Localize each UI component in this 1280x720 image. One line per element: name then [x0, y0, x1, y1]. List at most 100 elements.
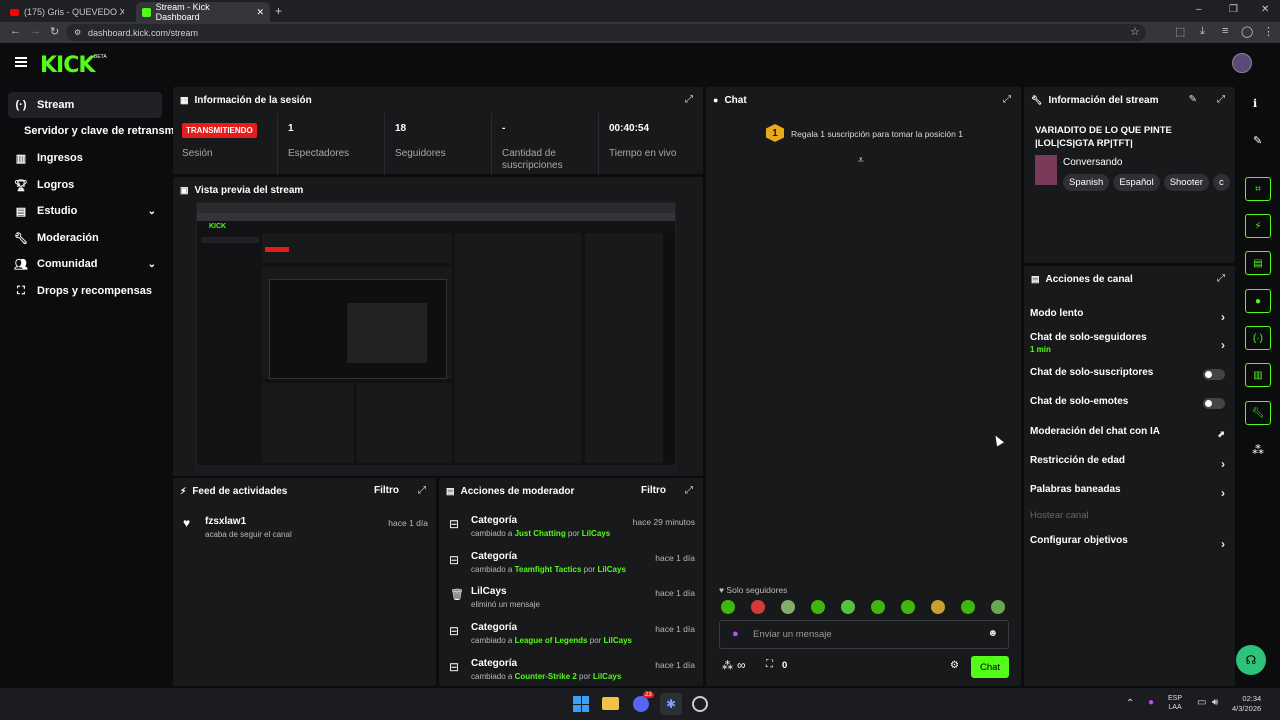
tag[interactable]: Shooter	[1163, 174, 1209, 191]
rail-button-clip[interactable]: ⌗	[1245, 177, 1271, 201]
mod-action-category[interactable]: Teamfight Tactics	[515, 565, 582, 574]
settings-icon[interactable]: ⚙	[950, 660, 959, 671]
emote-icon[interactable]	[751, 600, 765, 614]
mod-action-category[interactable]: Just Chatting	[515, 529, 566, 538]
emote-icon[interactable]	[961, 600, 975, 614]
maximize-icon[interactable]: ❐	[1229, 4, 1238, 15]
tag[interactable]: c	[1212, 174, 1230, 191]
microphone-icon[interactable]: ●	[1148, 697, 1154, 708]
rail-button-notes[interactable]: ▤	[1245, 251, 1271, 275]
app-icon[interactable]: ✱	[660, 693, 682, 715]
gift-icon[interactable]: ⛶	[766, 659, 773, 670]
extensions-icon[interactable]: ⬚	[1175, 25, 1185, 38]
microphone-icon[interactable]: ●	[732, 628, 739, 640]
forward-icon[interactable]: →	[30, 25, 41, 37]
mod-action-user[interactable]: LilCays	[597, 565, 625, 574]
help-button[interactable]: ☊	[1236, 645, 1266, 675]
emote-icon[interactable]	[721, 600, 735, 614]
mod-action-user[interactable]: LilCays	[593, 672, 621, 681]
expand-icon[interactable]: ⤢	[1217, 94, 1225, 105]
info-icon[interactable]: ℹ	[1253, 97, 1257, 110]
expand-icon[interactable]: ⤢	[685, 485, 693, 496]
download-icon[interactable]: ⤓	[1200, 25, 1205, 38]
action-ai-moderation[interactable]: Moderación del chat con IA ⬈	[1030, 426, 1225, 446]
filter-button[interactable]: Filtro	[641, 485, 666, 496]
filter-button[interactable]: Filtro	[374, 485, 399, 496]
menu-icon[interactable]: ⋮	[1263, 25, 1274, 38]
rail-button-layout[interactable]: ▥	[1245, 363, 1271, 387]
network-icon[interactable]: ▭	[1197, 697, 1206, 708]
mod-action-user[interactable]: LilCays	[604, 636, 632, 645]
action-followers-only[interactable]: Chat de solo-seguidores 1 min ›	[1030, 332, 1225, 360]
media-icon[interactable]: ≡	[1222, 25, 1228, 37]
stream-category[interactable]: Conversando	[1063, 157, 1122, 168]
reload-icon[interactable]: ↻	[50, 25, 59, 38]
sidebar-item-estudio[interactable]: ▤ Estudio ⌄	[8, 198, 162, 224]
discord-icon[interactable]	[633, 696, 649, 712]
sidebar-item-server-key[interactable]: Servidor y clave de retransm	[18, 118, 178, 144]
minimize-icon[interactable]: –	[1196, 4, 1202, 15]
list-item: ⊟ Categoría cambiado a Just Chatting por…	[447, 515, 695, 538]
expand-icon[interactable]: ⤢	[1003, 94, 1011, 105]
action-age-restriction[interactable]: Restricción de edad ›	[1030, 455, 1225, 475]
action-slow-mode[interactable]: Modo lento ›	[1030, 308, 1225, 328]
emote-icon[interactable]	[931, 600, 945, 614]
profile-icon[interactable]: ◯	[1241, 25, 1253, 38]
action-banned-words[interactable]: Palabras baneadas ›	[1030, 484, 1225, 504]
sidebar-item-ingresos[interactable]: ▥ Ingresos	[8, 145, 162, 171]
emote-icon[interactable]	[841, 600, 855, 614]
stream-preview-video[interactable]: KICK	[196, 202, 676, 473]
language-indicator[interactable]: ESP LAA	[1168, 694, 1182, 712]
chevron-up-icon[interactable]: ⌃	[1126, 698, 1134, 709]
sidebar-item-drops[interactable]: ⛶ Drops y recompensas	[8, 278, 173, 304]
bookmark-icon[interactable]: ☆	[1130, 25, 1140, 38]
emoji-icon[interactable]: ☻	[987, 628, 998, 639]
file-explorer-icon[interactable]	[602, 697, 619, 710]
expand-icon[interactable]: ⤢	[685, 94, 693, 105]
kick-logo[interactable]: KICK	[40, 53, 95, 78]
mod-action-category[interactable]: League of Legends	[515, 636, 588, 645]
send-chat-button[interactable]: Chat	[971, 656, 1009, 678]
rail-button-bolt[interactable]: ⚡︎	[1245, 214, 1271, 238]
windows-start-icon[interactable]	[573, 696, 589, 712]
tab-kick[interactable]: Stream - Kick Dashboard ✕	[136, 2, 270, 22]
rail-button-broadcast[interactable]: (·)	[1245, 326, 1271, 350]
clock[interactable]: 02:34 4/3/2026	[1232, 694, 1261, 714]
emote-icon[interactable]	[781, 600, 795, 614]
rail-button-moderation[interactable]: 🔧︎	[1245, 401, 1271, 425]
hamburger-icon[interactable]	[15, 57, 27, 67]
new-tab-icon[interactable]: +	[275, 4, 282, 18]
subscribers-only-toggle[interactable]	[1203, 369, 1225, 380]
emote-icon[interactable]	[901, 600, 915, 614]
sidebar-item-stream[interactable]: (·) Stream	[8, 92, 162, 118]
emotes-only-toggle[interactable]	[1203, 398, 1225, 409]
close-icon[interactable]: ✕	[256, 7, 264, 18]
expand-icon[interactable]: ⤢	[1217, 273, 1225, 284]
collapse-icon[interactable]: ⩡	[858, 155, 864, 166]
sidebar-item-comunidad[interactable]: 👥︎ Comunidad ⌄	[8, 251, 162, 277]
pencil-icon[interactable]: ✎	[1253, 134, 1262, 147]
volume-icon[interactable]: 🔊︎	[1212, 697, 1218, 708]
action-configure-goals[interactable]: Configurar objetivos ›	[1030, 535, 1225, 555]
close-window-icon[interactable]: ✕	[1261, 4, 1269, 15]
emote-icon[interactable]	[991, 600, 1005, 614]
emote-icon[interactable]	[811, 600, 825, 614]
expand-icon[interactable]: ⤢	[418, 485, 426, 496]
tag[interactable]: Spanish	[1063, 174, 1110, 191]
site-info-icon[interactable]: ⚙	[74, 28, 81, 37]
url-field[interactable]: ⚙ dashboard.kick.com/stream	[66, 24, 1146, 41]
tab-youtube[interactable]: (175) Gris - QUEVEDO X RC	[4, 2, 132, 22]
avatar[interactable]	[1232, 53, 1252, 73]
mod-action-category[interactable]: Counter-Strike 2	[515, 672, 577, 681]
emote-icon[interactable]	[871, 600, 885, 614]
edit-icon[interactable]: ✎	[1189, 94, 1197, 105]
chat-input[interactable]: ● Enviar un mensaje ☻	[719, 620, 1009, 649]
tag[interactable]: Español	[1113, 174, 1160, 191]
community-icon[interactable]: ⁂	[1252, 443, 1264, 457]
sidebar-item-logros[interactable]: 🏆︎ Logros	[8, 172, 162, 198]
browser-icon[interactable]	[692, 696, 708, 712]
back-icon[interactable]: ←	[10, 25, 21, 37]
rail-button-chat[interactable]: ●	[1245, 289, 1271, 313]
sidebar-item-moderacion[interactable]: 🔧︎ Moderación	[8, 225, 162, 251]
mod-action-user[interactable]: LilCays	[582, 529, 610, 538]
